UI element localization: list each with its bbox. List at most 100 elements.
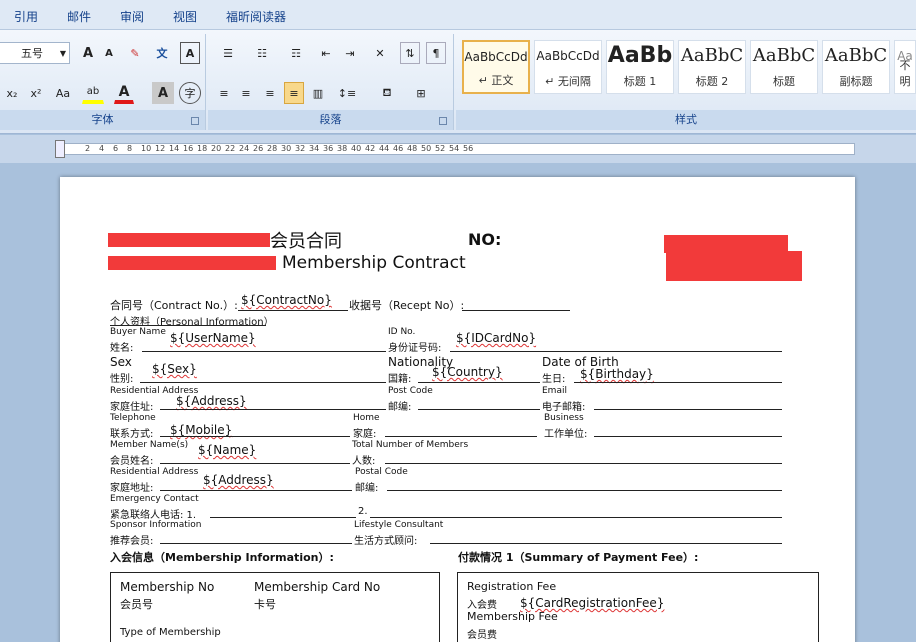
document-page[interactable]: 会员合同 NO: Membership Contract 合同号（Contrac… — [60, 177, 855, 642]
nationality-field[interactable]: ${Country} — [432, 365, 503, 379]
style-subtle[interactable]: Aa 不明 — [894, 40, 916, 94]
align-right-button[interactable]: ≡ — [260, 82, 280, 104]
paragraph-group: ☰ ☷ ☶ ⇤ ⇥ ✕ ⇅ ¶ ≡ ≡ ≡ ≡ ▥ ↕≡ ⛾ ⊞ 段落 — [208, 34, 454, 130]
id-no-field[interactable]: ${IDCardNo} — [456, 331, 536, 345]
change-case-button[interactable]: Aa — [50, 82, 76, 104]
char-border-button[interactable]: A — [180, 42, 200, 64]
numbering-button[interactable]: ☷ — [248, 42, 276, 64]
home-cn: 家庭: — [353, 429, 377, 440]
font-dialog-launcher-icon[interactable] — [191, 117, 199, 125]
home-en: Home — [353, 413, 380, 423]
registration-fee-cn: 入会费 — [467, 600, 497, 611]
menu-references[interactable]: 引用 — [14, 8, 38, 25]
underline — [594, 436, 782, 437]
ruler-tick: 34 — [309, 144, 320, 153]
superscript-button[interactable]: x² — [26, 82, 46, 104]
underline — [370, 517, 782, 518]
ruler-tick: 20 — [211, 144, 222, 153]
sex-field[interactable]: ${Sex} — [152, 362, 197, 376]
align-center-button[interactable]: ≡ — [236, 82, 256, 104]
registration-fee-en: Registration Fee — [467, 580, 557, 593]
phonetic-guide-button[interactable]: 文 — [150, 42, 174, 64]
style-normal[interactable]: AaBbCcDd ↵ 正文 — [462, 40, 530, 94]
id-no-en: ID No. — [388, 327, 416, 337]
ruler-tick: 44 — [379, 144, 390, 153]
menu-mailings[interactable]: 邮件 — [67, 8, 91, 25]
member-name-field[interactable]: ${Name} — [198, 443, 256, 457]
sort-button[interactable]: ⇅ — [400, 42, 420, 64]
menu-view[interactable]: 视图 — [173, 8, 197, 25]
menu-foxit-reader[interactable]: 福昕阅读器 — [226, 8, 286, 25]
style-heading-1[interactable]: AaBb 标题 1 — [606, 40, 674, 94]
email-cn: 电子邮箱: — [542, 402, 586, 413]
mobile-field[interactable]: ${Mobile} — [170, 423, 232, 437]
font-color-button[interactable]: A — [114, 82, 134, 104]
bullets-button[interactable]: ☰ — [214, 42, 242, 64]
contract-no-field[interactable]: ${ContractNo} — [241, 293, 332, 307]
residential-address-2-field[interactable]: ${Address} — [203, 473, 274, 487]
grow-font-button[interactable]: A — [78, 42, 98, 64]
style-heading-2[interactable]: AaBbC 标题 2 — [678, 40, 746, 94]
align-center-icon: ≡ — [241, 86, 251, 100]
distribute-button[interactable]: ▥ — [308, 82, 328, 104]
underline — [418, 382, 540, 383]
underline — [574, 382, 782, 383]
decrease-indent-button[interactable]: ⇤ — [316, 42, 336, 64]
eraser-icon: ✎ — [130, 46, 140, 60]
chinese-layout-icon: ✕ — [375, 46, 385, 60]
char-shading-button[interactable]: A — [152, 82, 174, 104]
shrink-font-button[interactable]: A — [99, 42, 119, 64]
redaction-block — [108, 256, 276, 270]
business-cn: 工作单位: — [544, 429, 588, 440]
style-preview: AaBbCcDd — [536, 49, 600, 63]
subscript-button[interactable]: x₂ — [2, 82, 22, 104]
ruler-tick: 42 — [365, 144, 376, 153]
indent-marker-icon[interactable] — [55, 140, 65, 158]
underline — [418, 409, 540, 410]
residential-address-field[interactable]: ${Address} — [176, 394, 247, 408]
style-name: 标题 2 — [695, 75, 729, 88]
title-no: NO: — [468, 230, 502, 249]
title-en: Membership Contract — [282, 253, 466, 273]
style-name: ↵ 正文 — [478, 74, 514, 87]
style-name: 副标题 — [839, 75, 873, 88]
residential-address-2-cn: 家庭地址: — [110, 483, 154, 494]
chinese-layout-button[interactable]: ✕ — [366, 42, 394, 64]
show-marks-button[interactable]: ¶ — [426, 42, 446, 64]
membership-fee-en: Membership Fee — [467, 610, 558, 623]
ruler-tick: 18 — [197, 144, 208, 153]
borders-button[interactable]: ⊞ — [406, 82, 436, 104]
shading-button[interactable]: ⛾ — [372, 82, 402, 104]
underline — [385, 436, 537, 437]
sort-icon: ⇅ — [405, 46, 415, 60]
style-title[interactable]: AaBbC 标题 — [750, 40, 818, 94]
ruler-tick: 46 — [393, 144, 404, 153]
dob-cn: 生日: — [542, 374, 566, 385]
style-subtitle[interactable]: AaBbC 副标题 — [822, 40, 890, 94]
underline — [594, 409, 782, 410]
increase-indent-button[interactable]: ⇥ — [340, 42, 360, 64]
buyer-name-en: Buyer Name — [110, 327, 166, 337]
registration-fee-field[interactable]: ${CardRegistrationFee} — [520, 596, 664, 610]
underline — [160, 409, 386, 410]
dob-field[interactable]: ${Birthday} — [580, 367, 654, 381]
font-size-select[interactable]: 五号 ▼ — [0, 42, 70, 64]
multilevel-list-button[interactable]: ☶ — [282, 42, 310, 64]
justify-button[interactable]: ≡ — [284, 82, 304, 104]
border-icon: ⊞ — [416, 86, 426, 100]
align-left-button[interactable]: ≡ — [214, 82, 234, 104]
ruler-tick: 28 — [267, 144, 278, 153]
line-spacing-button[interactable]: ↕≡ — [332, 82, 362, 104]
chevron-down-icon[interactable]: ▼ — [60, 49, 66, 58]
menu-review[interactable]: 审阅 — [120, 8, 144, 25]
style-no-spacing[interactable]: AaBbCcDd ↵ 无间隔 — [534, 40, 602, 94]
style-preview: AaBbC — [752, 45, 816, 66]
sex-en: Sex — [110, 355, 132, 369]
enclose-char-button[interactable]: 字 — [179, 82, 201, 104]
clear-format-button[interactable]: ✎ — [124, 42, 146, 64]
buyer-name-field[interactable]: ${UserName} — [170, 331, 256, 345]
highlight-button[interactable]: ab — [82, 82, 104, 104]
ruler-tick: 54 — [449, 144, 460, 153]
paragraph-dialog-launcher-icon[interactable] — [439, 117, 447, 125]
style-name: 标题 — [773, 75, 795, 88]
